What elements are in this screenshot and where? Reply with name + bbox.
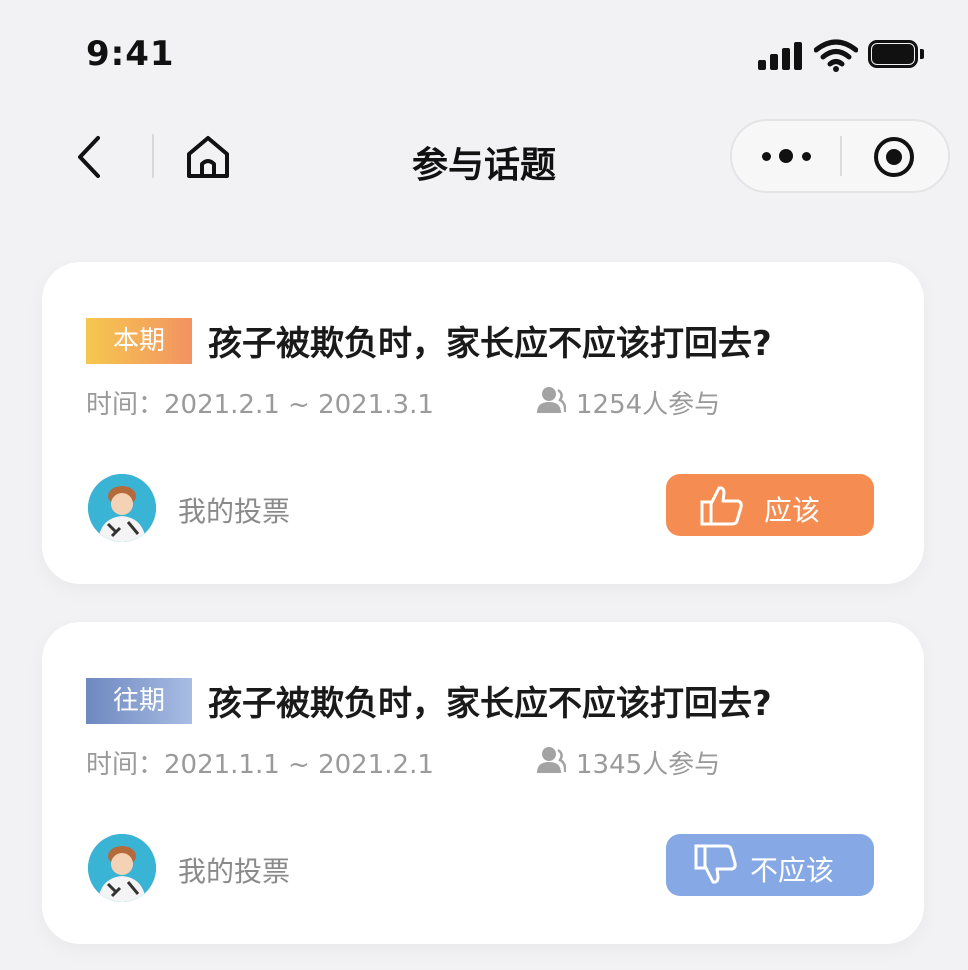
my-vote-label: 我的投票 — [178, 855, 291, 888]
participant-count: 1345人参与 — [576, 750, 721, 780]
my-vote-label: 我的投票 — [178, 495, 291, 528]
period-tag: 往期 — [86, 678, 192, 724]
avatar — [88, 834, 156, 902]
participants-icon — [537, 747, 566, 773]
capsule-divider — [840, 136, 842, 176]
more-icon[interactable] — [762, 143, 818, 169]
navigation-bar: 参与话题 — [0, 110, 968, 205]
status-time: 9:41 — [86, 34, 175, 74]
participants-icon — [537, 387, 566, 413]
vote-button-label: 不应该 — [750, 854, 835, 887]
topic-card[interactable]: 本期 孩子被欺负时，家长应不应该打回去? 时间：2021.2.1 ~ 2021.… — [42, 262, 924, 584]
topic-time: 时间：2021.2.1 ~ 2021.3.1 — [86, 390, 434, 420]
avatar — [88, 474, 156, 542]
vote-should-not-button[interactable]: 不应该 — [666, 834, 874, 896]
vote-should-button[interactable]: 应该 — [666, 474, 874, 536]
mini-program-capsule — [730, 119, 950, 193]
participant-count: 1254人参与 — [576, 390, 721, 420]
close-mini-program-icon[interactable] — [872, 135, 916, 179]
topic-title: 孩子被欺负时，家长应不应该打回去? — [208, 684, 772, 724]
topic-title: 孩子被欺负时，家长应不应该打回去? — [208, 324, 772, 364]
status-bar: 9:41 — [0, 0, 968, 110]
thumbs-down-icon — [694, 844, 737, 884]
topic-card[interactable]: 往期 孩子被欺负时，家长应不应该打回去? 时间：2021.1.1 ~ 2021.… — [42, 622, 924, 944]
battery-icon — [868, 40, 924, 68]
vote-button-label: 应该 — [764, 494, 821, 527]
topic-time: 时间：2021.1.1 ~ 2021.2.1 — [86, 750, 434, 780]
cellular-signal-icon — [758, 42, 804, 70]
wifi-icon — [814, 39, 858, 72]
thumbs-up-icon — [700, 486, 743, 526]
period-tag: 本期 — [86, 318, 192, 364]
